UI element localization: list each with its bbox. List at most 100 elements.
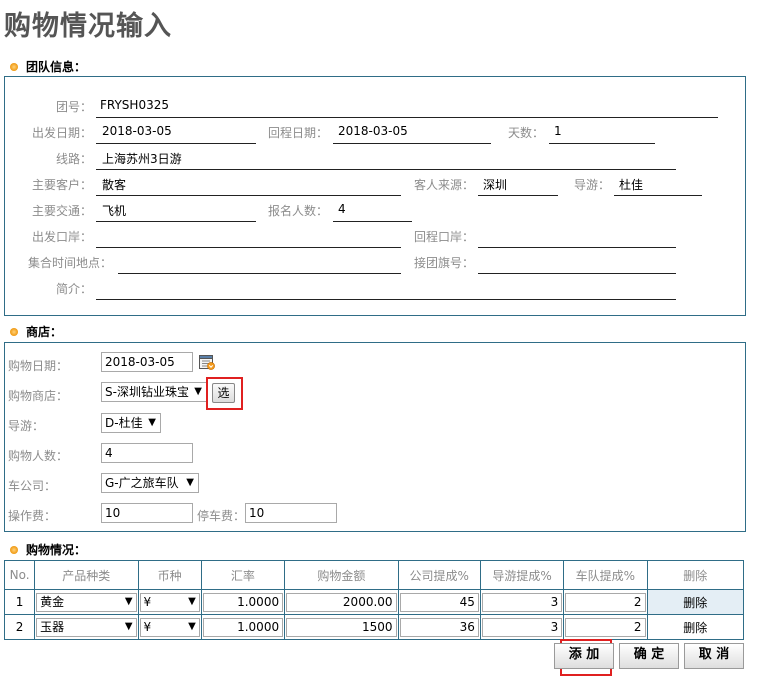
rate-cell: 1.0000	[200, 589, 286, 615]
col-currency: 币种	[137, 560, 202, 590]
col-guide-pct: 导游提成%	[479, 560, 565, 590]
meeting-label: 集合时间地点：	[27, 256, 112, 270]
product-cell: 玉器 ▼	[34, 614, 139, 640]
source-value: 深圳	[483, 178, 508, 192]
transport-label: 主要交通：	[31, 204, 92, 218]
shop-store-select-value: S-深圳钻业珠宝	[105, 385, 189, 399]
group-no-value: FRYSH0325	[100, 98, 169, 112]
shop-date-input[interactable]: 2018-03-05	[101, 352, 193, 372]
chevron-down-icon: ▼	[194, 386, 202, 397]
team-section-heading: 团队信息：	[10, 58, 86, 75]
shop-guide-select-value: D-杜佳	[105, 416, 143, 430]
guide-label: 导游：	[573, 178, 610, 192]
team-pct-input[interactable]: 2	[565, 592, 646, 612]
return-date-line	[333, 143, 491, 144]
guide-line	[614, 195, 702, 196]
return-port-line	[478, 247, 676, 248]
row-no: 1	[3, 589, 36, 615]
product-cell: 黄金 ▼	[34, 589, 139, 615]
team-pct-cell: 2	[563, 614, 648, 640]
amount-input[interactable]: 2000.00	[286, 592, 397, 612]
source-label: 客人来源：	[413, 178, 474, 192]
confirm-button[interactable]: 确 定	[619, 643, 679, 669]
bullet-icon	[10, 546, 18, 554]
route-label: 线路：	[55, 152, 92, 166]
guide-pct-cell: 3	[479, 589, 565, 615]
transport-line	[96, 221, 256, 222]
currency-select[interactable]: ¥ ▼	[139, 592, 200, 612]
cancel-button[interactable]: 取 消	[684, 643, 744, 669]
source-line	[478, 195, 558, 196]
op-fee-input[interactable]: 10	[101, 503, 193, 523]
col-no: No.	[3, 560, 36, 590]
guide-pct-input[interactable]: 3	[481, 592, 563, 612]
client-label: 主要客户：	[31, 178, 92, 192]
team-pct-input[interactable]: 2	[565, 617, 646, 637]
company-pct-input[interactable]: 45	[399, 592, 479, 612]
transport-value: 飞机	[102, 204, 127, 218]
rate-input[interactable]: 1.0000	[202, 592, 284, 612]
rate-input[interactable]: 1.0000	[202, 617, 284, 637]
shop-store-select[interactable]: S-深圳钻业珠宝 ▼	[101, 382, 207, 402]
flag-no-label: 接团旗号：	[413, 256, 474, 270]
parking-fee-input[interactable]: 10	[245, 503, 337, 523]
product-select-value: 黄金	[40, 594, 65, 609]
group-no-line	[96, 117, 718, 118]
shop-people-input[interactable]: 4	[101, 443, 193, 463]
guide-pct-cell: 3	[479, 614, 565, 640]
rate-cell: 1.0000	[200, 614, 286, 640]
store-pick-button[interactable]: 选	[212, 383, 235, 403]
depart-date-label: 出发日期：	[31, 126, 92, 140]
intro-line	[96, 299, 676, 300]
shop-people-label: 购物人数：	[8, 449, 69, 463]
col-amount: 购物金额	[284, 560, 399, 590]
amount-cell: 2000.00	[284, 589, 399, 615]
shop-guide-label: 导游：	[8, 419, 45, 433]
shop-car-select[interactable]: G-广之旅车队 ▼	[101, 473, 199, 493]
client-value: 散客	[102, 178, 127, 192]
days-label: 天数：	[507, 126, 544, 140]
return-port-label: 回程口岸：	[413, 230, 474, 244]
guide-pct-input[interactable]: 3	[481, 617, 563, 637]
depart-date-value: 2018-03-05	[102, 124, 172, 138]
row-no: 2	[3, 614, 36, 640]
table-header-row: No. 产品种类 币种 汇率 购物金额 公司提成% 导游提成% 车队提成% 删除	[3, 560, 745, 590]
purchases-table: No. 产品种类 币种 汇率 购物金额 公司提成% 导游提成% 车队提成% 删除…	[3, 560, 745, 640]
signup-count-value: 4	[338, 202, 346, 216]
chevron-down-icon: ▼	[188, 620, 196, 632]
group-no-label: 团号：	[55, 100, 92, 114]
return-date-label: 回程日期：	[267, 126, 328, 140]
amount-input[interactable]: 1500	[286, 617, 397, 637]
chevron-down-icon: ▼	[124, 620, 133, 632]
calendar-icon[interactable]	[199, 354, 215, 370]
delete-link[interactable]: 删除	[646, 589, 745, 615]
shop-car-label: 车公司：	[8, 479, 57, 493]
company-pct-cell: 36	[397, 614, 481, 640]
product-select[interactable]: 玉器 ▼	[36, 617, 137, 637]
depart-port-line	[96, 247, 401, 248]
company-pct-cell: 45	[397, 589, 481, 615]
bullet-icon	[10, 328, 18, 336]
product-select-value: 玉器	[40, 619, 65, 634]
shop-guide-select[interactable]: D-杜佳 ▼	[101, 413, 161, 433]
table-row: 1 黄金 ▼ ¥ ▼ 1.0000 2000.00 45 3 2 删除	[3, 589, 745, 615]
days-value: 1	[554, 124, 562, 138]
page-title: 购物情况输入	[4, 11, 172, 42]
currency-select-value: ¥	[143, 619, 152, 634]
currency-select[interactable]: ¥ ▼	[139, 617, 200, 637]
flag-no-line	[478, 273, 676, 274]
op-fee-label: 操作费：	[8, 509, 57, 523]
col-team-pct: 车队提成%	[563, 560, 648, 590]
delete-link[interactable]: 删除	[646, 614, 745, 640]
shop-store-label: 购物商店：	[8, 389, 69, 403]
product-select[interactable]: 黄金 ▼	[36, 592, 137, 612]
amount-cell: 1500	[284, 614, 399, 640]
company-pct-input[interactable]: 36	[399, 617, 479, 637]
shop-heading-text: 商店：	[26, 325, 63, 339]
shop-section-heading: 商店：	[10, 323, 62, 340]
add-button[interactable]: 添 加	[554, 643, 614, 669]
depart-date-line	[96, 143, 256, 144]
team-panel	[4, 76, 746, 316]
intro-label: 简介：	[55, 282, 92, 296]
table-row: 2 玉器 ▼ ¥ ▼ 1.0000 1500 36 3 2 删除	[3, 614, 745, 640]
